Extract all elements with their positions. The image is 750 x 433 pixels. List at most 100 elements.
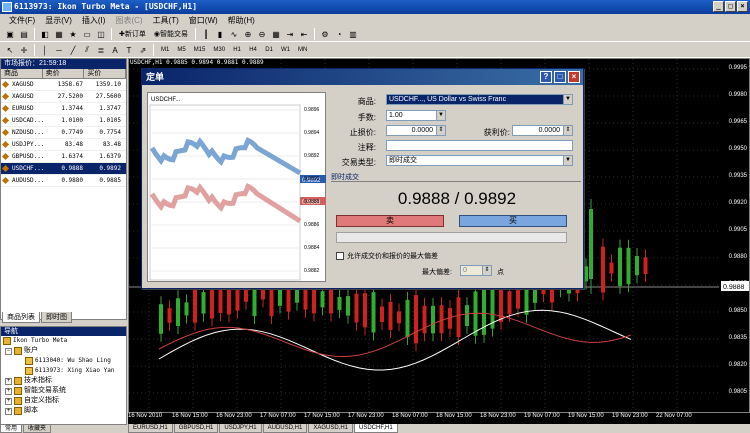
nav-experts[interactable]: + 智能交易系统 [1, 386, 126, 396]
order-type-select[interactable]: 即时成交 ▼ [386, 155, 573, 166]
chevron-down-icon[interactable]: ▼ [563, 95, 572, 104]
new-chart-icon[interactable]: ▣ [4, 28, 16, 40]
market-row[interactable]: XAGUSD 1358.67 1359.10 [1, 79, 126, 91]
menu-window[interactable]: 窗口(W) [184, 15, 223, 26]
chart-tab[interactable]: XAGUSD,H1 [308, 424, 353, 433]
data-window-icon[interactable]: ▦ [53, 28, 65, 40]
crosshair-icon[interactable]: ✛ [18, 44, 30, 56]
tf-w1-button[interactable]: W1 [278, 44, 293, 56]
navigator-icon[interactable]: ★ [67, 28, 79, 40]
indicators-icon[interactable]: ⚙ [319, 28, 331, 40]
spinner-icon[interactable]: ⇕ [482, 266, 491, 275]
deviation-checkbox[interactable] [336, 252, 344, 260]
market-row[interactable]: NZDUSD... 0.7749 0.7754 [1, 127, 126, 139]
buy-button[interactable]: 买 [459, 215, 567, 227]
stop-loss-input[interactable]: 0.0000 ⇕ [386, 125, 446, 136]
market-row[interactable]: XAGUSD 27.5200 27.5600 [1, 91, 126, 103]
max-deviation-input[interactable]: 0 ⇕ [460, 265, 492, 276]
terminal-icon[interactable]: ▭ [81, 28, 93, 40]
market-row[interactable]: AUDUSD... 0.9880 0.9885 [1, 175, 126, 187]
col-symbol[interactable]: 商品 [1, 69, 43, 78]
expand-icon[interactable]: + [5, 377, 12, 385]
line-chart-icon[interactable]: ∿ [228, 28, 240, 40]
nav-root[interactable]: Ikon Turbo Meta [1, 336, 126, 346]
menu-help[interactable]: 帮助(H) [223, 15, 260, 26]
take-profit-input[interactable]: 0.0000 ⇕ [512, 125, 573, 136]
comment-input[interactable] [386, 140, 573, 151]
col-ask[interactable]: 买价 [84, 69, 127, 78]
zoom-out-icon[interactable]: ⊖ [256, 28, 268, 40]
market-row[interactable]: GBPUSD... 1.6374 1.6379 [1, 151, 126, 163]
chart-shift-icon[interactable]: ⇤ [298, 28, 310, 40]
channel-icon[interactable]: ⫽ [81, 44, 93, 56]
menu-charts[interactable]: 图表(C) [110, 15, 147, 26]
chart-tab[interactable]: GBPUSD,H1 [173, 424, 219, 433]
chevron-down-icon[interactable]: ▼ [436, 111, 445, 120]
market-row[interactable]: EURUSD 1.3744 1.3747 [1, 103, 126, 115]
menu-tools[interactable]: 工具(T) [148, 15, 184, 26]
tf-d1-button[interactable]: D1 [262, 44, 276, 56]
close-button[interactable]: × [737, 1, 748, 12]
nav-accounts[interactable]: − 账户 [1, 346, 126, 356]
chart-tab[interactable]: AUDUSD,H1 [262, 424, 308, 433]
tile-icon[interactable]: ▦ [270, 28, 282, 40]
new-order-button[interactable]: ✚ 新订单 [116, 28, 149, 40]
tf-m5-button[interactable]: M5 [174, 44, 188, 56]
symbol-select[interactable]: USDCHF..., US Dollar vs Swiss Franc ▼ [386, 94, 573, 105]
maximize-button[interactable]: □ [725, 1, 736, 12]
spinner-icon[interactable]: ⇕ [436, 126, 445, 135]
cursor-icon[interactable]: ↖ [4, 44, 16, 56]
vertical-line-icon[interactable]: │ [39, 44, 51, 56]
zoom-in-icon[interactable]: ⊕ [242, 28, 254, 40]
tester-icon[interactable]: ◫ [95, 28, 107, 40]
tf-m30-button[interactable]: M30 [210, 44, 228, 56]
tab-favorites[interactable]: 收藏夹 [23, 425, 52, 433]
market-watch-icon[interactable]: ◧ [39, 28, 51, 40]
menu-file[interactable]: 文件(F) [4, 15, 40, 26]
menu-insert[interactable]: 插入(I) [77, 15, 111, 26]
close-icon[interactable]: × [568, 71, 580, 83]
market-row[interactable]: USDCAD... 1.0100 1.0105 [1, 115, 126, 127]
market-row[interactable]: USDJPY... 83.48 83.48 [1, 139, 126, 151]
help-icon[interactable]: ? [540, 71, 552, 83]
nav-indicators[interactable]: + 技术指标 [1, 376, 126, 386]
spinner-icon[interactable]: ⇕ [563, 126, 572, 135]
nav-custom-indicators[interactable]: + 自定义指标 [1, 396, 126, 406]
expand-icon[interactable]: + [5, 397, 12, 405]
label-icon[interactable]: T [123, 44, 135, 56]
autoscroll-icon[interactable]: ⇥ [284, 28, 296, 40]
minimize-button[interactable]: _ [713, 1, 724, 12]
candlestick-icon[interactable]: ▮ [214, 28, 226, 40]
expand-icon[interactable]: + [5, 407, 12, 415]
chart-tab[interactable]: USDJPY,H1 [219, 424, 262, 433]
chart-tab[interactable]: EURUSD,H1 [128, 424, 173, 433]
tf-m15-button[interactable]: M15 [191, 44, 209, 56]
horizontal-line-icon[interactable]: ─ [53, 44, 65, 56]
text-icon[interactable]: A [109, 44, 121, 56]
sell-button[interactable]: 卖 [336, 215, 444, 227]
expand-icon[interactable]: + [5, 387, 12, 395]
tf-h1-button[interactable]: H1 [230, 44, 244, 56]
profiles-icon[interactable]: ▤ [18, 28, 30, 40]
fibonacci-icon[interactable]: ≣ [95, 44, 107, 56]
menu-view[interactable]: 显示(V) [40, 15, 77, 26]
nav-account-item[interactable]: 6113040: Wu Shao Ling [1, 356, 126, 366]
minimize-icon[interactable]: □ [554, 71, 566, 83]
arrows-icon[interactable]: ⇗ [137, 44, 149, 56]
market-row[interactable]: USDCHF... 0.9888 0.9892 [1, 163, 126, 175]
tab-symbols[interactable]: 商品列表 [2, 312, 40, 323]
trendline-icon[interactable]: ╱ [67, 44, 79, 56]
tf-mn-button[interactable]: MN [295, 44, 310, 56]
bar-chart-icon[interactable]: ┃ [200, 28, 212, 40]
periods-icon[interactable]: ◔ [333, 28, 345, 40]
chart-tab[interactable]: USDCHF,H1 [354, 424, 398, 433]
col-bid[interactable]: 卖价 [43, 69, 85, 78]
chevron-down-icon[interactable]: ▼ [563, 156, 572, 165]
volume-combo[interactable]: 1.00 ▼ [386, 110, 446, 121]
tf-m1-button[interactable]: M1 [158, 44, 172, 56]
tf-h4-button[interactable]: H4 [246, 44, 260, 56]
collapse-icon[interactable]: − [5, 347, 12, 355]
nav-account-item[interactable]: 6113973: Xing Xiao Yan [1, 366, 126, 376]
expert-advisors-button[interactable]: ◉ 智能交易 [151, 28, 191, 40]
nav-scripts[interactable]: + 脚本 [1, 406, 126, 416]
